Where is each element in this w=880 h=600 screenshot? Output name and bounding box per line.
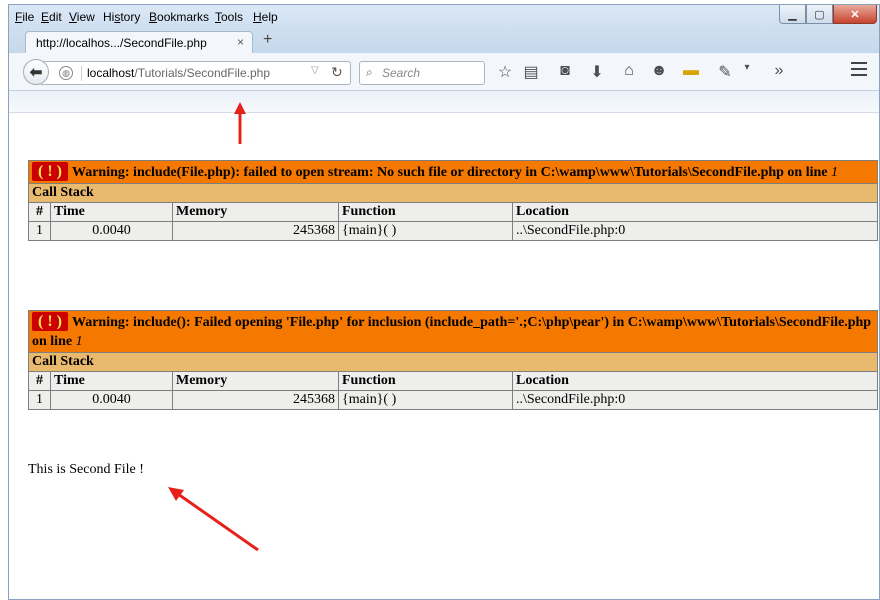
cell-memory: 245368 (172, 221, 339, 241)
site-info-icon[interactable]: ◍ (59, 66, 73, 80)
browser-window: File Edit View History Bookmarks Tools H… (8, 4, 880, 600)
home-icon[interactable]: ⌂ (619, 62, 639, 80)
cell-function: {main}( ) (338, 221, 513, 241)
menu-bar: File Edit View History Bookmarks Tools H… (9, 5, 879, 29)
menu-history[interactable]: History (103, 10, 140, 24)
url-dropdown-icon[interactable]: ▽ (311, 65, 319, 76)
back-arrow-icon: ⬅ (29, 64, 43, 81)
search-placeholder: Search (382, 66, 421, 80)
error-bang-icon: ( ! ) (32, 312, 68, 331)
hello-chat-icon[interactable]: ☻ (649, 62, 669, 80)
error-message: ( ! ) Warning: include(File.php): failed … (28, 160, 878, 184)
call-stack-heading: Call Stack (28, 183, 878, 203)
annotation-arrow-up (234, 102, 246, 144)
menu-tools[interactable]: Tools (215, 10, 243, 24)
reading-list-icon[interactable]: ▤ (521, 62, 541, 82)
cell-location: ..\SecondFile.php:0 (512, 221, 878, 241)
overflow-chevron-icon[interactable]: » (769, 62, 789, 80)
back-button[interactable]: ⬅ (23, 59, 49, 85)
window-controls: ▁ ▢ ✕ (779, 5, 877, 24)
cell-location: ..\SecondFile.php:0 (512, 390, 878, 410)
navigation-bar: ◍ localhost/Tutorials/SecondFile.php ▽ ↻… (9, 53, 879, 91)
dropdown-icon[interactable]: ▾ (737, 62, 757, 73)
error-line: 1 (831, 165, 838, 180)
download-icon[interactable]: ⬇ (587, 62, 607, 82)
column-header: Time (50, 202, 173, 222)
column-header: # (28, 371, 51, 391)
error-text: Warning: include(File.php): failed to op… (71, 165, 831, 180)
reload-icon[interactable]: ↻ (331, 64, 343, 81)
column-header: Memory (172, 371, 339, 391)
content-top-strip (9, 91, 879, 113)
tab-title: http://localhos.../SecondFile.php (36, 36, 207, 50)
close-button[interactable]: ✕ (833, 5, 877, 24)
cell-time: 0.0040 (50, 221, 173, 241)
column-header: # (28, 202, 51, 222)
table-row: 1 0.0040 245368 {main}( ) ..\SecondFile.… (28, 221, 878, 241)
pocket-icon[interactable]: ◙ (555, 62, 575, 80)
xdebug-error-table: ( ! ) Warning: include(): Failed opening … (28, 310, 878, 410)
menu-view[interactable]: View (69, 10, 95, 24)
menu-edit[interactable]: Edit (41, 10, 62, 24)
maximize-button[interactable]: ▢ (806, 5, 833, 24)
error-message: ( ! ) Warning: include(): Failed opening … (28, 310, 878, 353)
new-tab-icon[interactable]: + (263, 31, 272, 49)
column-header: Time (50, 371, 173, 391)
menu-file[interactable]: File (15, 10, 34, 24)
menu-help[interactable]: Help (253, 10, 278, 24)
error-line: 1 (75, 334, 83, 349)
url-bar[interactable]: ◍ localhost/Tutorials/SecondFile.php ▽ ↻ (41, 61, 351, 85)
tab-secondfile[interactable]: http://localhos.../SecondFile.php × (25, 31, 253, 53)
error-bang-icon: ( ! ) (32, 162, 68, 181)
cell-index: 1 (28, 390, 51, 410)
body-output-text: This is Second File ! (28, 462, 144, 477)
tab-close-icon[interactable]: × (237, 35, 244, 49)
cell-function: {main}( ) (338, 390, 513, 410)
addon-icon[interactable]: ▬ (681, 62, 701, 80)
column-header: Location (512, 202, 878, 222)
cell-memory: 245368 (172, 390, 339, 410)
url-separator (81, 66, 82, 81)
column-header: Function (338, 202, 513, 222)
bookmark-star-icon[interactable]: ☆ (495, 62, 515, 82)
tab-bar: http://localhos.../SecondFile.php × + (9, 29, 879, 53)
xdebug-error-table: ( ! ) Warning: include(File.php): failed … (28, 160, 878, 241)
call-stack-heading: Call Stack (28, 352, 878, 372)
error-text: Warning: include(): Failed opening 'File… (32, 315, 872, 349)
minimize-button[interactable]: ▁ (779, 5, 806, 24)
cell-index: 1 (28, 221, 51, 241)
search-icon: ⌕ (366, 65, 373, 79)
url-path: /Tutorials/SecondFile.php (134, 66, 271, 80)
developer-tools-icon[interactable]: ✎ (715, 62, 735, 82)
cell-time: 0.0040 (50, 390, 173, 410)
column-header: Location (512, 371, 878, 391)
search-bar[interactable]: ⌕ Search (359, 61, 485, 85)
table-row: 1 0.0040 245368 {main}( ) ..\SecondFile.… (28, 390, 878, 410)
annotation-arrow-diagonal (168, 487, 259, 552)
column-header: Function (338, 371, 513, 391)
url-text: localhost/Tutorials/SecondFile.php (87, 66, 270, 80)
menu-bookmarks[interactable]: Bookmarks (149, 10, 209, 24)
column-header: Memory (172, 202, 339, 222)
url-host: localhost (87, 66, 135, 80)
menu-hamburger-icon[interactable] (851, 62, 867, 76)
